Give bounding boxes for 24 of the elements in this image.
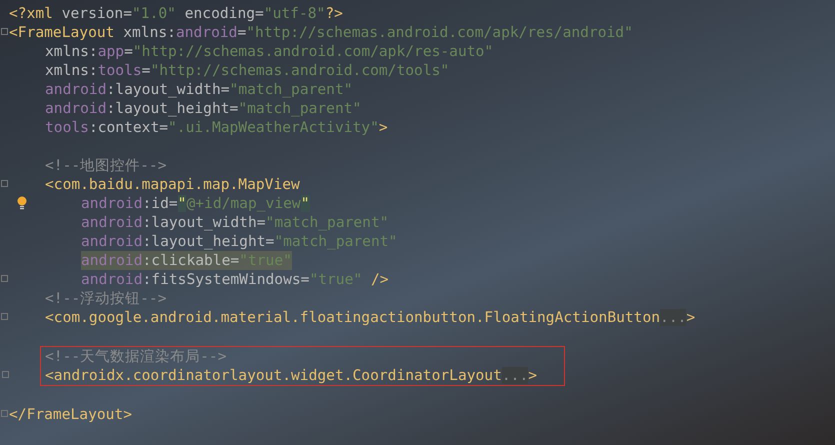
fold-icon[interactable] — [1, 410, 8, 417]
fold-icon[interactable] — [1, 28, 8, 35]
code-line: android:layout_height="match_parent" — [81, 232, 398, 251]
code-line: <FrameLayout xmlns:android="http://schemas.android.com/apk/res/android" — [9, 23, 633, 42]
fold-icon[interactable] — [1, 313, 8, 320]
code-line: xmlns:tools="http://schemas.android.com/tools" — [45, 61, 450, 80]
code-line: <androidx.coordinatorlayout.widget.CoordinatorLayout...> — [45, 366, 538, 385]
code-line: <!--天气数据渲染布局--> — [45, 347, 227, 366]
code-line: android:layout_width="match_parent" — [45, 80, 353, 99]
code-line: <!--地图控件--> — [45, 156, 167, 175]
code-line: xmlns:app="http://schemas.android.com/apk/res-auto" — [45, 42, 494, 61]
code-line: android:id="@+id/map_view" — [81, 194, 310, 213]
code-line: android:layout_width="match_parent" — [81, 213, 389, 232]
code-line: <com.baidu.mapapi.map.MapView — [45, 175, 300, 194]
code-line: android:layout_height="match_parent" — [45, 99, 362, 118]
code-line: <?xml version="1.0" encoding="utf-8"?> — [9, 4, 343, 23]
code-line: <com.google.android.material.floatingactionbutton.FloatingActionButton...> — [45, 308, 696, 327]
fold-icon[interactable] — [1, 275, 8, 282]
code-line: <!--浮动按钮--> — [45, 289, 167, 308]
code-line: </FrameLayout> — [9, 405, 132, 424]
lightbulb-icon[interactable] — [17, 196, 27, 210]
fold-icon[interactable] — [1, 180, 8, 187]
fold-icon[interactable] — [2, 371, 9, 378]
code-line: tools:context=".ui.MapWeatherActivity"> — [45, 118, 388, 137]
